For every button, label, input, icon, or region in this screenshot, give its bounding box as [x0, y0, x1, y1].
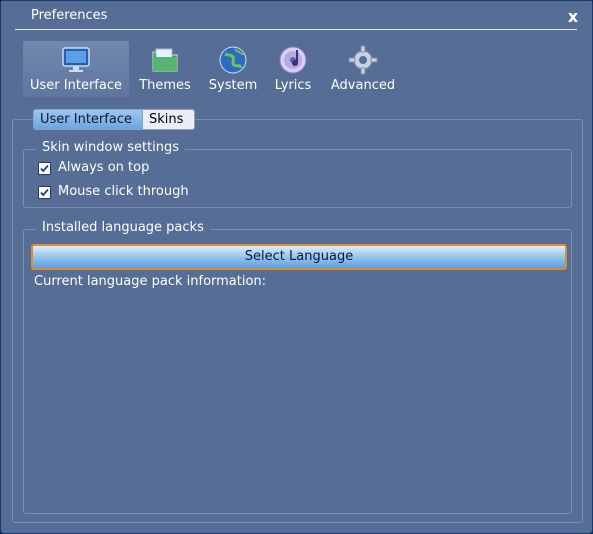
- tab-user-interface[interactable]: User Interface: [23, 41, 129, 97]
- tab-advanced[interactable]: Advanced: [325, 41, 401, 97]
- tab-advanced-label: Advanced: [330, 78, 396, 93]
- preferences-window: Preferences x User Interface Themes Syst…: [0, 0, 593, 534]
- subtab-user-interface[interactable]: User Interface: [33, 109, 143, 130]
- tab-system-label: System: [208, 78, 258, 93]
- skin-window-settings-group: Skin window settings Always on top Mouse…: [23, 140, 572, 208]
- gear-icon: [348, 45, 378, 75]
- window-title: Preferences: [31, 8, 108, 23]
- always-on-top-label[interactable]: Always on top: [58, 160, 149, 175]
- always-on-top-checkbox[interactable]: [38, 162, 51, 175]
- tab-user-interface-label: User Interface: [30, 78, 122, 93]
- folder-icon: [152, 48, 178, 72]
- select-language-button[interactable]: Select Language: [31, 244, 567, 270]
- monitor-icon: [62, 47, 90, 72]
- mouse-click-through-checkbox[interactable]: [38, 186, 51, 199]
- language-packs-title: Installed language packs: [36, 220, 210, 235]
- current-language-info: Current language pack information:: [34, 274, 267, 289]
- language-packs-group: Installed language packs Select Language…: [23, 220, 572, 514]
- globe-icon: [219, 46, 247, 74]
- close-button[interactable]: x: [563, 7, 583, 27]
- tab-system[interactable]: System: [205, 41, 261, 97]
- tab-themes-label: Themes: [139, 78, 191, 93]
- skin-window-settings-title: Skin window settings: [36, 140, 186, 155]
- tab-lyrics-label: Lyrics: [274, 78, 312, 93]
- subtab-skins[interactable]: Skins: [142, 109, 195, 130]
- cd-icon: [279, 46, 307, 74]
- title-bar: Preferences x: [1, 1, 592, 35]
- tab-themes[interactable]: Themes: [137, 41, 193, 97]
- mouse-click-through-label[interactable]: Mouse click through: [58, 184, 189, 199]
- tab-lyrics[interactable]: Lyrics: [267, 41, 319, 97]
- checkmark-icon: [40, 164, 49, 173]
- title-divider: [15, 29, 577, 30]
- checkmark-icon: [40, 188, 49, 197]
